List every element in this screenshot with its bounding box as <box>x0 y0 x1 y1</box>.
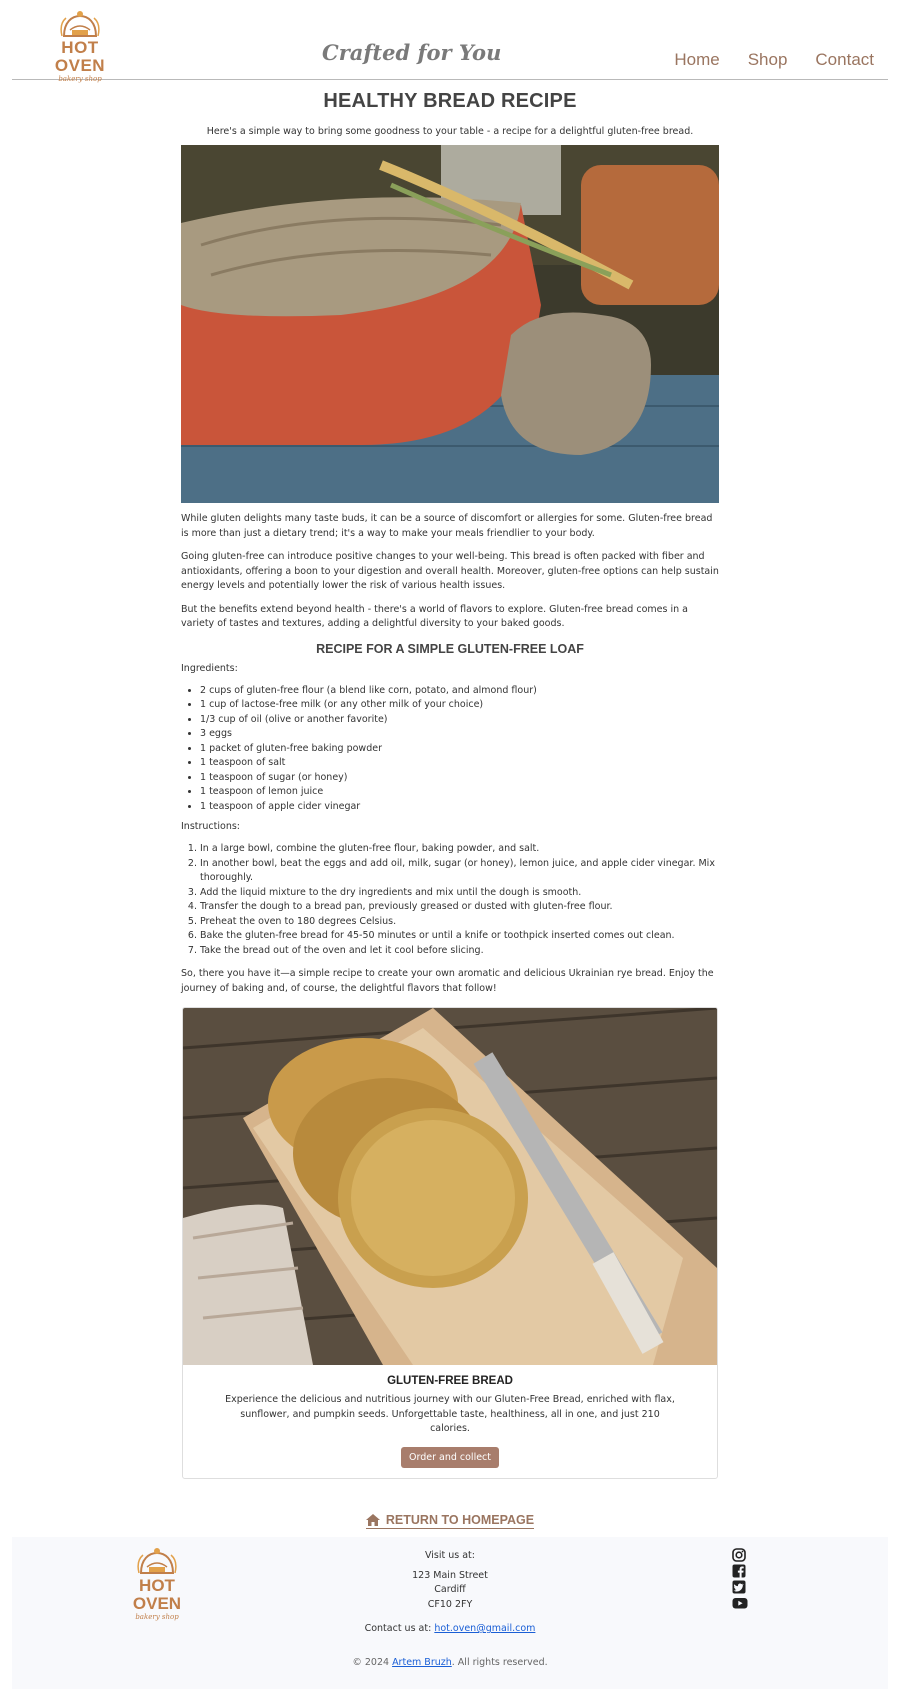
brand-logo[interactable]: HOT OVEN bakery shop <box>39 10 121 83</box>
instagram-icon[interactable] <box>732 1547 752 1563</box>
list-item: 2 cups of gluten-free flour (a blend lik… <box>200 684 719 699</box>
brand-name: HOT OVEN <box>54 38 106 75</box>
article-paragraph: While gluten delights many taste buds, i… <box>181 513 713 539</box>
list-item: Add the liquid mixture to the dry ingred… <box>200 886 719 901</box>
list-item: 1 teaspoon of salt <box>200 756 719 771</box>
list-item: 1 teaspoon of lemon juice <box>200 785 719 800</box>
contact-line: Contact us at: hot.oven@gmail.com <box>12 1622 888 1637</box>
ingredients-list: 2 cups of gluten-free flour (a blend lik… <box>181 684 719 815</box>
tagline: Crafted for You <box>322 40 502 65</box>
site-header: HOT OVEN bakery shop Crafted for You Hom… <box>12 0 888 83</box>
instructions-label: Instructions: <box>181 821 240 832</box>
return-to-homepage-link[interactable]: RETURN TO HOMEPAGE <box>365 1512 535 1529</box>
brand-subtitle: bakery shop <box>58 75 102 83</box>
list-item: 1 teaspoon of sugar (or honey) <box>200 771 719 786</box>
visit-label: Visit us at: <box>424 1550 475 1561</box>
product-description: Experience the delicious and nutritious … <box>225 1394 675 1434</box>
main-nav: Home Shop Contact <box>674 50 874 70</box>
list-item: In another bowl, beat the eggs and add o… <box>200 857 719 886</box>
facebook-icon[interactable] <box>732 1563 752 1579</box>
address-line: 123 Main Street <box>412 1569 488 1581</box>
ingredients-label: Ingredients: <box>181 662 238 674</box>
list-item: 1 packet of gluten-free baking powder <box>200 742 719 757</box>
list-item: 3 eggs <box>200 727 719 742</box>
oven-logo-icon <box>60 11 100 37</box>
contact-prefix: Contact us at: <box>364 1623 435 1634</box>
social-links <box>732 1547 752 1611</box>
address-line: Cardiff <box>434 1584 466 1595</box>
list-item: Bake the gluten-free bread for 45-50 min… <box>200 929 719 944</box>
youtube-icon[interactable] <box>732 1595 752 1611</box>
address-line: CF10 2FY <box>427 1598 473 1610</box>
bread-in-clay-pot-image <box>181 145 719 503</box>
recipe-article: HEALTHY BREAD RECIPE Here's a simple way… <box>181 90 719 1529</box>
article-paragraph: Going gluten-free can introduce positive… <box>181 551 719 591</box>
product-card: GLUTEN-FREE BREAD Experience the delicio… <box>182 1007 718 1479</box>
list-item: Transfer the dough to a bread pan, previ… <box>200 900 719 915</box>
nav-shop-link[interactable]: Shop <box>748 50 788 70</box>
copyright: © 2024 Artem Bruzh. All rights reserved. <box>12 1656 888 1671</box>
recipe-heading: RECIPE FOR A SIMPLE GLUTEN-FREE LOAF <box>316 641 584 656</box>
return-to-homepage-label: RETURN TO HOMEPAGE <box>385 1512 535 1527</box>
page-title: HEALTHY BREAD RECIPE <box>323 90 577 112</box>
list-item: Preheat the oven to 180 degrees Celsius. <box>200 915 719 930</box>
email-link[interactable]: hot.oven@gmail.com <box>434 1623 535 1634</box>
home-icon <box>365 1513 380 1526</box>
list-item: 1 cup of lactose-free milk (or any other… <box>200 698 719 713</box>
list-item: 1 teaspoon of apple cider vinegar <box>200 800 719 815</box>
product-title: GLUTEN-FREE BREAD <box>387 1375 513 1387</box>
list-item: In a large bowl, combine the gluten-free… <box>200 842 719 857</box>
footer-info: Visit us at: 123 Main Street Cardiff CF1… <box>12 1549 888 1670</box>
order-and-collect-button[interactable]: Order and collect <box>400 1446 500 1468</box>
author-link[interactable]: Artem Bruzh <box>392 1657 452 1668</box>
return-section: RETURN TO HOMEPAGE <box>181 1509 719 1529</box>
intro-text: Here's a simple way to bring some goodne… <box>206 126 694 137</box>
list-item: 1/3 cup of oil (olive or another favorit… <box>200 713 719 728</box>
list-item: Take the bread out of the oven and let i… <box>200 944 719 959</box>
twitter-icon[interactable] <box>732 1579 752 1595</box>
nav-home-link[interactable]: Home <box>674 50 719 70</box>
outro-text: So, there you have it—a simple recipe to… <box>181 968 714 994</box>
article-paragraph: But the benefits extend beyond health - … <box>181 603 688 630</box>
instructions-list: In a large bowl, combine the gluten-free… <box>181 842 719 958</box>
site-footer: HOT OVEN bakery shop Visit us at: 123 Ma… <box>12 1537 888 1689</box>
nav-contact-link[interactable]: Contact <box>815 50 874 70</box>
copyright-suffix: . All rights reserved. <box>451 1656 548 1668</box>
sliced-bread-image <box>183 1008 717 1365</box>
copyright-prefix: © 2024 <box>352 1656 393 1668</box>
